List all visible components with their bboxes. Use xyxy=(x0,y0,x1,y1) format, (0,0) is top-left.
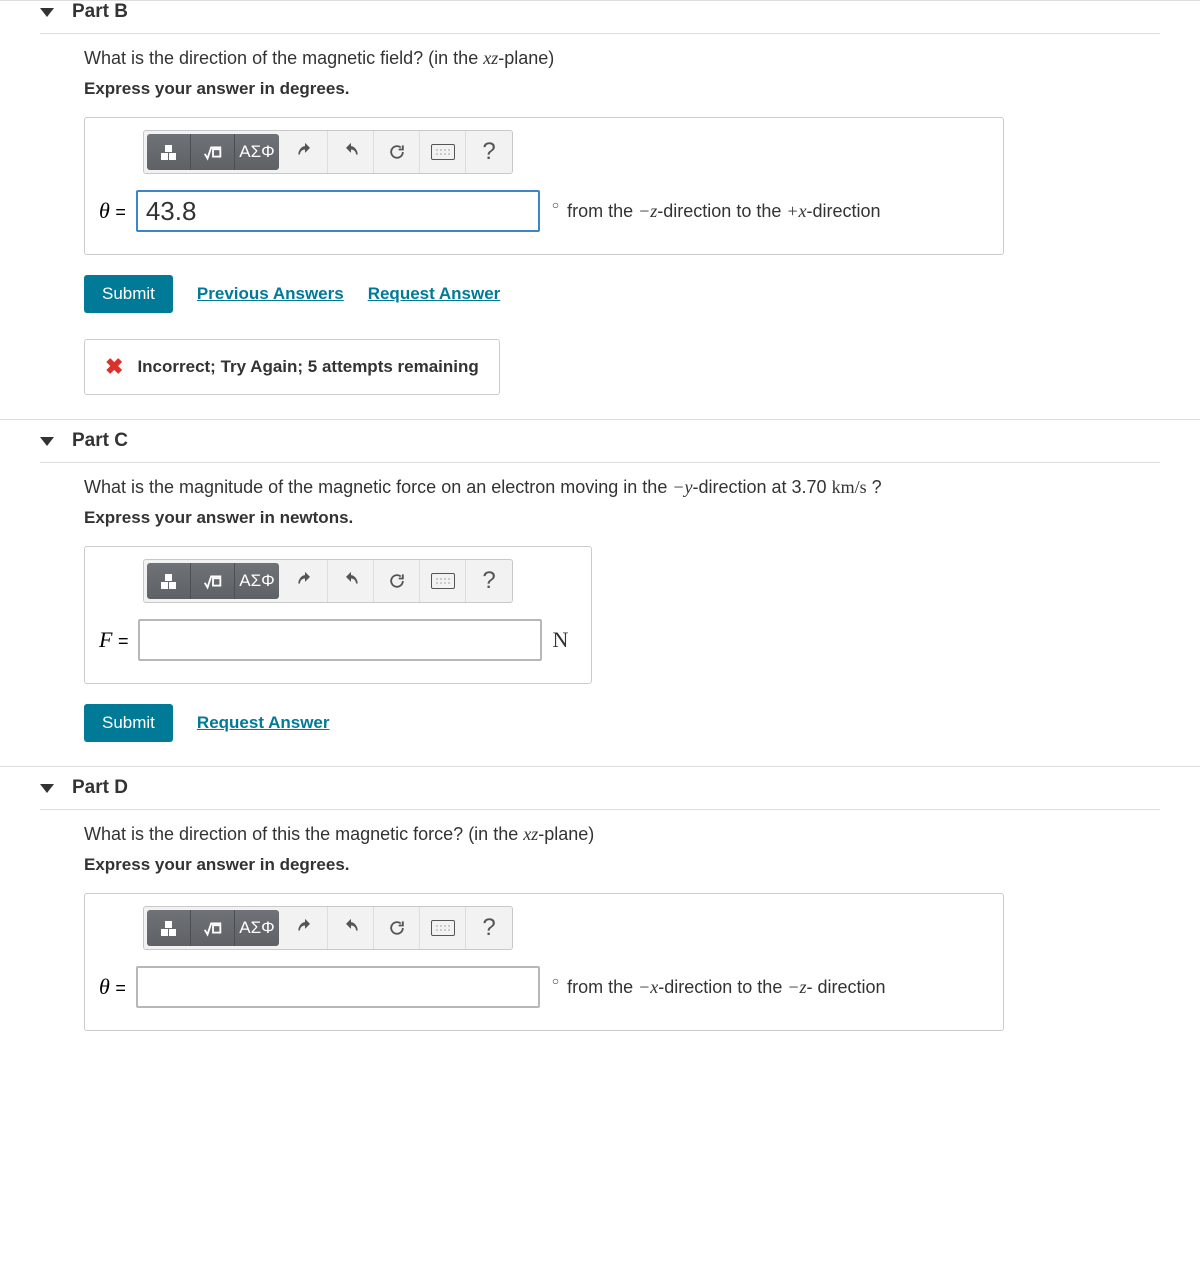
greek-button[interactable]: ΑΣΦ xyxy=(235,134,279,170)
reset-button[interactable] xyxy=(374,560,420,602)
greek-button[interactable]: ΑΣΦ xyxy=(235,910,279,946)
answer-input[interactable] xyxy=(136,190,540,232)
feedback-text: Incorrect; Try Again; 5 attempts remaini… xyxy=(137,357,478,377)
templates-button[interactable] xyxy=(147,910,191,946)
variable-label: θ = xyxy=(99,974,126,1000)
submit-button[interactable]: Submit xyxy=(84,704,173,742)
help-button[interactable]: ? xyxy=(466,907,512,949)
keyboard-button[interactable] xyxy=(420,560,466,602)
answer-area: ΑΣΦ ? F = N xyxy=(84,546,592,684)
sqrt-button[interactable] xyxy=(191,910,235,946)
help-button[interactable]: ? xyxy=(466,560,512,602)
question-text: What is the magnitude of the magnetic fo… xyxy=(84,477,1160,498)
unit-suffix: ○ from the −z-direction to the +x-direct… xyxy=(550,201,881,222)
previous-answers-link[interactable]: Previous Answers xyxy=(197,284,344,304)
sqrt-button[interactable] xyxy=(191,563,235,599)
collapse-caret-icon[interactable] xyxy=(40,8,54,17)
redo-button[interactable] xyxy=(328,131,374,173)
equation-toolbar: ΑΣΦ ? xyxy=(143,130,513,174)
submit-button[interactable]: Submit xyxy=(84,275,173,313)
undo-button[interactable] xyxy=(282,907,328,949)
sqrt-button[interactable] xyxy=(191,134,235,170)
part-title: Part B xyxy=(72,1,128,23)
answer-area: ΑΣΦ ? θ = ○ from the −x-d xyxy=(84,893,1004,1031)
unit-suffix: N xyxy=(552,627,568,653)
question-text: What is the direction of the magnetic fi… xyxy=(84,48,1160,69)
redo-button[interactable] xyxy=(328,560,374,602)
reset-button[interactable] xyxy=(374,907,420,949)
part-title: Part D xyxy=(72,777,128,799)
answer-input[interactable] xyxy=(136,966,540,1008)
templates-button[interactable] xyxy=(147,563,191,599)
feedback-box: ✖ Incorrect; Try Again; 5 attempts remai… xyxy=(84,339,500,395)
collapse-caret-icon[interactable] xyxy=(40,437,54,446)
request-answer-link[interactable]: Request Answer xyxy=(197,713,330,733)
variable-label: θ = xyxy=(99,198,126,224)
undo-button[interactable] xyxy=(282,131,328,173)
help-button[interactable]: ? xyxy=(466,131,512,173)
collapse-caret-icon[interactable] xyxy=(40,784,54,793)
instruction-text: Express your answer in degrees. xyxy=(84,855,1160,875)
redo-button[interactable] xyxy=(328,907,374,949)
request-answer-link[interactable]: Request Answer xyxy=(368,284,501,304)
greek-button[interactable]: ΑΣΦ xyxy=(235,563,279,599)
part-title: Part C xyxy=(72,430,128,452)
keyboard-button[interactable] xyxy=(420,131,466,173)
unit-suffix: ○ from the −x-direction to the −z- direc… xyxy=(550,977,886,998)
keyboard-button[interactable] xyxy=(420,907,466,949)
instruction-text: Express your answer in degrees. xyxy=(84,79,1160,99)
instruction-text: Express your answer in newtons. xyxy=(84,508,1160,528)
incorrect-icon: ✖ xyxy=(105,354,123,380)
variable-label: F = xyxy=(99,627,128,653)
undo-button[interactable] xyxy=(282,560,328,602)
answer-area: ΑΣΦ ? θ = ○ from the −z-d xyxy=(84,117,1004,255)
templates-button[interactable] xyxy=(147,134,191,170)
question-text: What is the direction of this the magnet… xyxy=(84,824,1160,845)
equation-toolbar: ΑΣΦ ? xyxy=(143,559,513,603)
equation-toolbar: ΑΣΦ ? xyxy=(143,906,513,950)
answer-input[interactable] xyxy=(138,619,542,661)
reset-button[interactable] xyxy=(374,131,420,173)
